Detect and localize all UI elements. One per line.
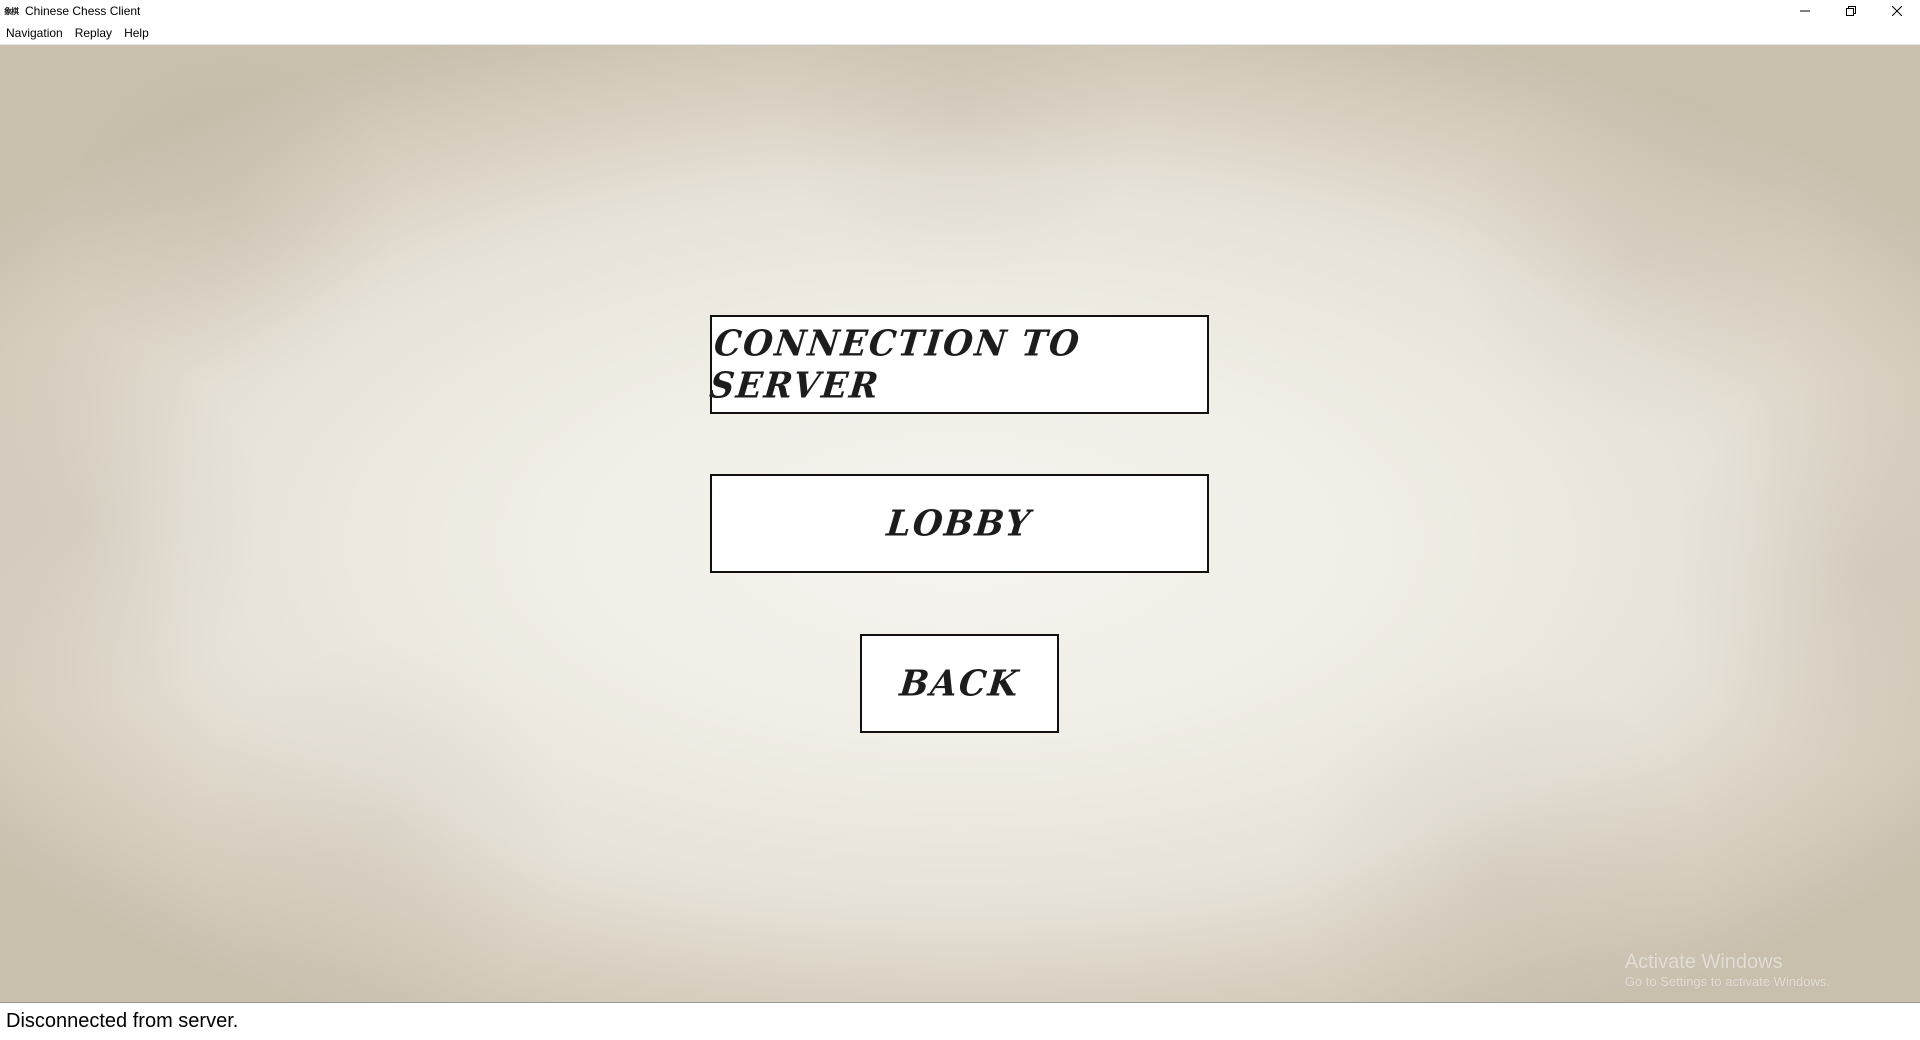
watermark-title: Activate Windows [1624,951,1783,974]
window-title: Chinese Chess Client [25,4,141,18]
lobby-button-label: LOBBY [884,502,1035,545]
title-bar: 象棋 Chinese Chess Client [0,0,1920,22]
connection-button-label: CONNECTION TO SERVER [707,322,1083,407]
menu-replay[interactable]: Replay [69,22,118,44]
lobby-button[interactable]: LOBBY [710,474,1209,573]
back-button[interactable]: BACK [860,634,1059,733]
menu-help[interactable]: Help [118,22,155,44]
restore-button[interactable] [1828,0,1874,22]
menu-bar: Navigation Replay Help [0,22,1920,45]
close-icon [1892,6,1902,16]
minimize-button[interactable] [1782,0,1828,22]
connection-to-server-button[interactable]: CONNECTION TO SERVER [707,315,1209,414]
status-bar: Disconnected from server. [0,1002,1920,1040]
back-button-label: BACK [897,662,1022,705]
watermark-subtitle: Go to Settings to activate Windows. [1624,974,1830,990]
main-panel: CONNECTION TO SERVER LOBBY BACK Activate… [0,45,1920,1002]
connection-status-text: Disconnected from server. [6,1010,239,1032]
minimize-icon [1800,10,1810,12]
chess-app-icon: 象棋 [4,6,19,16]
app-window: 象棋 Chinese Chess Client Navigation Repla… [0,0,1920,1040]
restore-icon [1846,6,1856,16]
window-controls [1782,0,1920,22]
menu-navigation[interactable]: Navigation [0,22,69,44]
close-button[interactable] [1874,0,1920,22]
activate-windows-watermark: Activate Windows Go to Settings to activ… [1625,950,1830,990]
